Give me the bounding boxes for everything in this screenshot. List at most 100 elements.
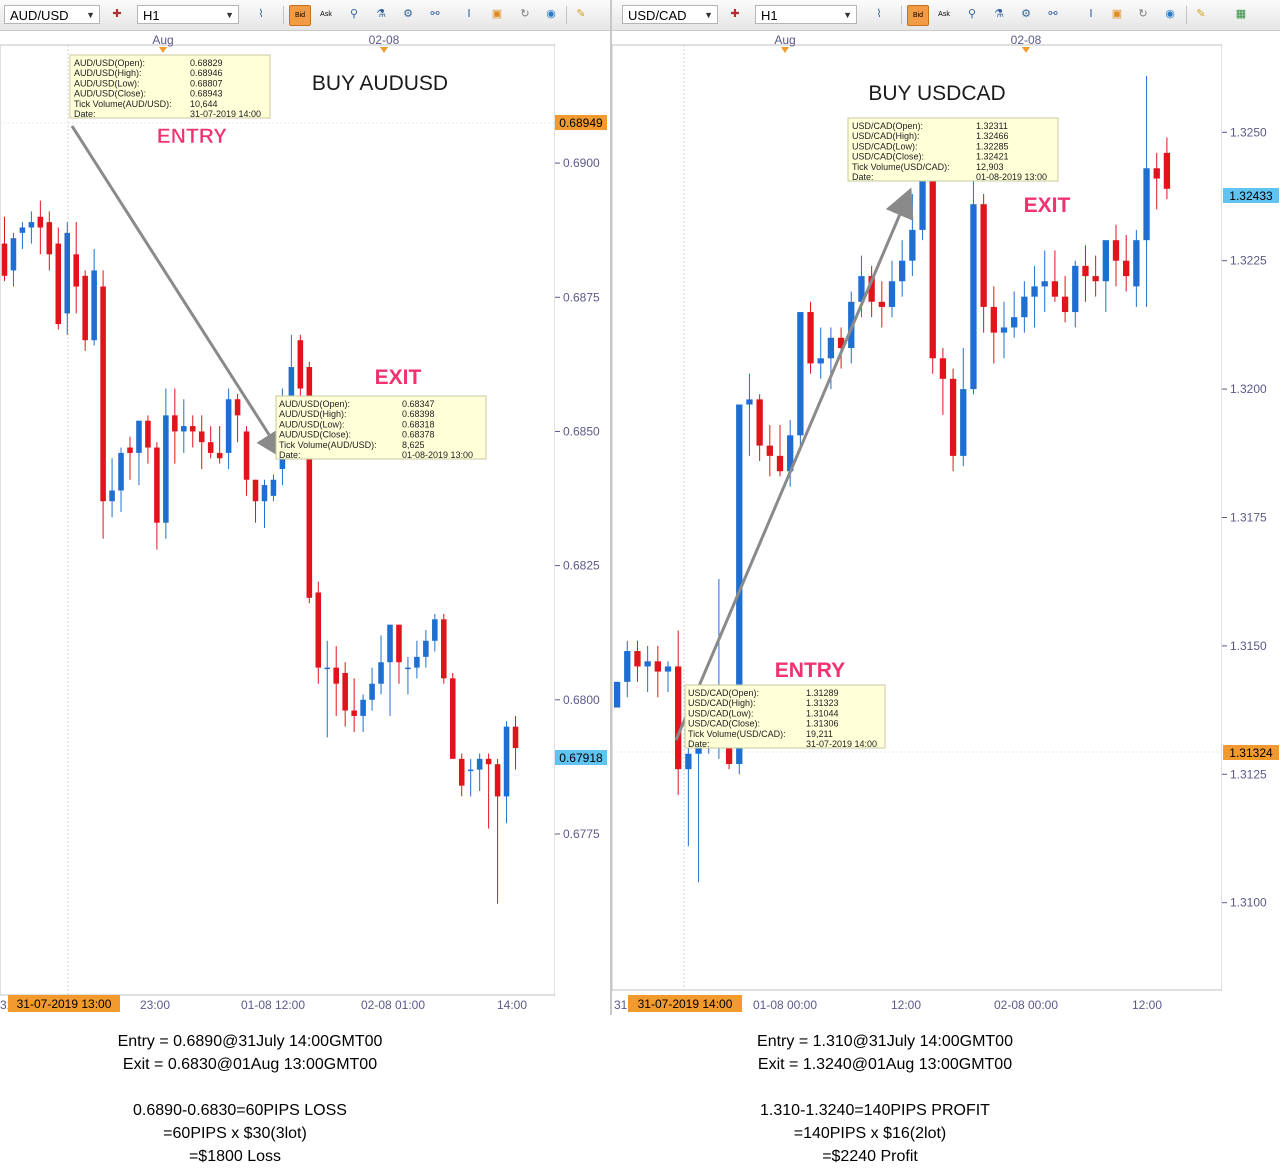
crosshair-icon[interactable]: ✚ — [108, 6, 126, 23]
candle-body — [234, 399, 241, 416]
x-label: 12:00 — [1132, 998, 1162, 1012]
tooltip-value: 1.31323 — [806, 698, 839, 708]
chart-type-icon[interactable]: ⌇ — [252, 6, 270, 23]
left-trade-summary: Entry = 0.6890@31July 14:00GMT00 Exit = … — [60, 1030, 440, 1168]
chevron-down-icon: ▼ — [704, 10, 713, 20]
bid-toggle[interactable]: Bid — [289, 5, 311, 26]
period-icon[interactable]: Ⅰ — [460, 6, 478, 23]
candle-body — [432, 619, 438, 641]
tooltip-value: 0.68807 — [190, 78, 223, 88]
x-label-31: 31 — [614, 998, 628, 1012]
ruler-icon[interactable]: ✎ — [572, 6, 590, 23]
candle-body — [675, 666, 682, 770]
tooltip-value: 1.32285 — [976, 141, 1009, 151]
tooltip-exit: AUD/USD(Open): 0.68347 AUD/USD(High): 0.683… — [275, 395, 487, 460]
tooltip-key: USD/CAD(High): — [688, 698, 756, 708]
caption-line — [60, 1076, 440, 1099]
y-tick-label: 1.3250 — [1230, 125, 1267, 139]
candle-body — [476, 758, 483, 770]
tooltip-value: 1.32421 — [976, 152, 1009, 162]
globe-icon[interactable]: ◉ — [542, 6, 560, 23]
candle-body — [396, 624, 402, 663]
zoom-icon[interactable]: ⚯ — [1044, 6, 1062, 23]
candle-body — [1143, 168, 1150, 241]
usdcad-candlestick-chart[interactable]: 1.3100 1.3125 1.3150 1.3175 1.3200 1.3225 1.32… — [612, 30, 1280, 1015]
object-icon[interactable]: ⚙ — [1017, 6, 1035, 23]
candle-body — [324, 667, 331, 670]
chart-toolbar: AUD/USD ▼ ✚ H1 ▼ ⌇ Bid Ask ⚲ ⚗ ⚙ ⚯ Ⅰ ▣ ↻ ◉… — [0, 0, 610, 31]
candle-body — [216, 452, 223, 459]
y-tick-label: 1.3100 — [1230, 896, 1267, 910]
crosshair-icon[interactable]: ✚ — [726, 6, 744, 23]
tooltip-value: 0.68943 — [190, 89, 223, 99]
candle-body — [817, 358, 824, 364]
ask-toggle[interactable]: Ask — [934, 5, 954, 24]
toolbar-separator — [1186, 6, 1187, 24]
object-icon[interactable]: ⚙ — [399, 6, 417, 23]
y-tick-label: 0.6775 — [563, 827, 600, 841]
indicator-icon[interactable]: ⚲ — [345, 6, 363, 23]
exit-label: EXIT — [1024, 194, 1071, 217]
ruler-icon[interactable]: ✎ — [1192, 6, 1210, 23]
plot-area — [0, 44, 556, 996]
candle-body — [441, 619, 447, 679]
candle — [100, 270, 106, 539]
refresh-icon[interactable]: ↻ — [516, 6, 534, 23]
tooltip-value: 1.32311 — [976, 121, 1008, 131]
globe-icon[interactable]: ◉ — [1161, 6, 1179, 23]
candle-body — [949, 378, 957, 456]
timeframe-select[interactable]: H1 ▼ — [755, 5, 857, 24]
candle-body — [776, 455, 784, 472]
period-icon[interactable]: Ⅰ — [1082, 6, 1100, 23]
template-icon[interactable]: ▣ — [488, 6, 506, 23]
symbol-select[interactable]: AUD/USD ▼ — [4, 5, 100, 24]
template-icon[interactable]: ▣ — [1108, 6, 1126, 23]
timeframe-select[interactable]: H1 ▼ — [137, 5, 239, 24]
candle-body — [1041, 281, 1048, 287]
tooltip-value: 0.68318 — [402, 419, 435, 429]
tooltip-value: 8,625 — [402, 440, 425, 450]
trend-icon[interactable]: ⚗ — [372, 6, 390, 23]
chart-type-icon[interactable]: ⌇ — [870, 6, 888, 23]
caption-line: =140PIPS x $16(2lot) — [793, 1125, 947, 1142]
candle-body — [181, 426, 187, 432]
chart-title: BUY USDCAD — [868, 82, 1005, 105]
bid-toggle[interactable]: Bid — [907, 5, 929, 26]
zoom-icon[interactable]: ⚯ — [426, 6, 444, 23]
candle-body — [118, 452, 124, 491]
tooltip-value: 1.31306 — [806, 719, 839, 729]
candle-body — [91, 270, 97, 341]
candle-body — [315, 592, 322, 668]
candle-body — [980, 204, 987, 307]
tooltip-key: USD/CAD(Low): — [688, 708, 754, 718]
candle-body — [485, 758, 492, 765]
tooltip-value: 0.68398 — [402, 409, 435, 419]
candle-body — [288, 367, 295, 400]
screenshot-icon[interactable]: ▦ — [1232, 6, 1250, 23]
candle-body — [145, 420, 151, 448]
candle-body — [1082, 265, 1089, 277]
candle-body — [37, 216, 44, 228]
plot-area — [612, 44, 1223, 991]
top-tick-0208: 02-08 — [369, 33, 400, 47]
refresh-icon[interactable]: ↻ — [1134, 6, 1152, 23]
entry-label: ENTRY — [775, 659, 845, 682]
tooltip-key: AUD/USD(High): — [74, 68, 142, 78]
indicator-icon[interactable]: ⚲ — [963, 6, 981, 23]
caption-line: =60PIPS x $30(3lot) — [163, 1125, 307, 1142]
candle-body — [1102, 240, 1109, 282]
candle — [807, 301, 814, 374]
audusd-candlestick-chart[interactable]: 0.6775 0.6800 0.6825 0.6850 0.6875 0.6900 Aug… — [0, 30, 610, 1015]
candle — [797, 312, 804, 451]
trend-icon[interactable]: ⚗ — [990, 6, 1008, 23]
candle-body — [342, 672, 348, 711]
candle-body — [154, 447, 160, 523]
exit-label: EXIT — [375, 366, 422, 389]
candle-body — [1123, 260, 1130, 277]
candle-body — [458, 758, 465, 786]
symbol-select[interactable]: USD/CAD ▼ — [622, 5, 718, 24]
ask-toggle[interactable]: Ask — [316, 5, 336, 24]
x-label: 14:00 — [497, 998, 527, 1012]
price-tag-current-text: 0.67918 — [559, 751, 603, 765]
candle-body — [423, 640, 429, 657]
